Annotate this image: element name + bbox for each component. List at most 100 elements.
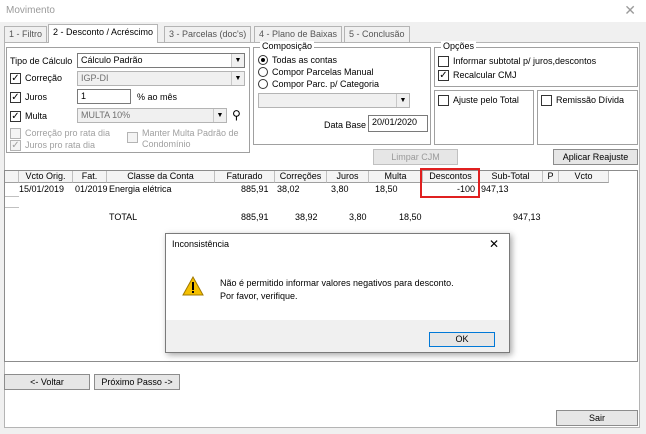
cell-faturado: 885,91 bbox=[241, 184, 269, 194]
opcoes-title: Opções bbox=[441, 41, 477, 51]
radio-compor-categoria[interactable] bbox=[258, 79, 268, 89]
chevron-down-icon[interactable]: ▼ bbox=[231, 72, 244, 85]
multa-checkbox[interactable]: ✓ bbox=[10, 111, 21, 122]
correcao-value: IGP-DI bbox=[81, 73, 109, 83]
total-label: TOTAL bbox=[109, 212, 138, 222]
correcao-label: Correção bbox=[25, 73, 63, 83]
ajuste-group: Ajuste pelo Total bbox=[434, 90, 534, 145]
ok-label: OK bbox=[455, 334, 469, 344]
warning-icon bbox=[182, 276, 204, 296]
tab-plano-baixas[interactable]: 4 - Plano de Baixas bbox=[254, 26, 343, 42]
movimento-window: Movimento ✕ 1 - Filtro 2 - Desconto / Ac… bbox=[0, 0, 646, 434]
remissao-divida-label: Remissão Dívida bbox=[556, 95, 625, 105]
cell-juros: 3,80 bbox=[331, 184, 349, 194]
data-base-input[interactable]: 20/01/2020 bbox=[368, 115, 428, 132]
composicao-group: Composição Todas as contas Compor Parcel… bbox=[253, 41, 431, 145]
dialog-title-bar: Inconsistência ✕ bbox=[166, 234, 509, 254]
dialog-title: Inconsistência bbox=[172, 239, 230, 249]
inconsistencia-dialog: Inconsistência ✕ Não é permitido informa… bbox=[165, 233, 510, 353]
total-faturado: 885,91 bbox=[241, 212, 269, 222]
juros-unit-label: % ao mês bbox=[137, 92, 178, 102]
tab-filtro[interactable]: 1 - Filtro bbox=[4, 26, 48, 42]
aplicar-reajuste-button[interactable]: Aplicar Reajuste bbox=[553, 149, 638, 165]
col-fat[interactable]: Fat. bbox=[73, 171, 107, 183]
calc-group: Tipo de Cálculo Cálculo Padrão ▼ ✓ Corre… bbox=[6, 47, 250, 153]
correcao-pro-rata-checkbox[interactable] bbox=[10, 128, 21, 139]
proximo-passo-button[interactable]: Próximo Passo -> bbox=[94, 374, 180, 390]
radio-todas-contas[interactable] bbox=[258, 55, 268, 65]
total-subtotal: 947,13 bbox=[513, 212, 541, 222]
close-icon[interactable]: ✕ bbox=[624, 2, 636, 19]
sair-button[interactable]: Sair bbox=[556, 410, 638, 426]
title-bar: Movimento ✕ bbox=[0, 0, 646, 22]
chevron-down-icon[interactable]: ▼ bbox=[213, 109, 226, 122]
cell-classe: Energia elétrica bbox=[109, 184, 172, 194]
cell-correcoes: 38,02 bbox=[277, 184, 300, 194]
voltar-button[interactable]: <- Voltar bbox=[4, 374, 90, 390]
multa-label: Multa bbox=[25, 111, 48, 121]
tipo-calculo-label: Tipo de Cálculo bbox=[10, 56, 73, 66]
recalcular-cmj-checkbox[interactable]: ✓ bbox=[438, 70, 449, 81]
col-vcto-orig[interactable]: Vcto Orig. bbox=[19, 171, 73, 183]
tipo-calculo-value: Cálculo Padrão bbox=[81, 55, 143, 65]
juros-input[interactable]: 1 bbox=[77, 89, 131, 104]
window-title: Movimento bbox=[6, 5, 55, 16]
total-correcoes: 38,92 bbox=[295, 212, 318, 222]
informar-subtotal-checkbox[interactable] bbox=[438, 56, 449, 67]
informar-subtotal-label: Informar subtotal p/ juros,descontos bbox=[453, 56, 597, 66]
row-divider bbox=[5, 196, 19, 197]
opcoes-group: Opções Informar subtotal p/ juros,descon… bbox=[434, 41, 638, 87]
total-juros: 3,80 bbox=[349, 212, 367, 222]
categoria-select[interactable]: ▼ bbox=[258, 93, 410, 108]
col-correcoes[interactable]: Correções bbox=[275, 171, 327, 183]
radio-compor-manual[interactable] bbox=[258, 67, 268, 77]
tipo-calculo-select[interactable]: Cálculo Padrão ▼ bbox=[77, 53, 245, 68]
col-p[interactable]: P bbox=[543, 171, 559, 183]
multa-select[interactable]: MULTA 10% ▼ bbox=[77, 108, 227, 123]
remissao-group: Remissão Dívida bbox=[537, 90, 638, 145]
dialog-body: Não é permitido informar valores negativ… bbox=[166, 254, 509, 320]
todas-contas-label: Todas as contas bbox=[272, 55, 338, 65]
table-row[interactable]: 15/01/2019 01/2019 Energia elétrica 885,… bbox=[5, 183, 609, 195]
composicao-title: Composição bbox=[260, 41, 315, 51]
multa-value: MULTA 10% bbox=[81, 110, 131, 120]
ajuste-total-label: Ajuste pelo Total bbox=[453, 95, 519, 105]
dialog-message-line2: Por favor, verifique. bbox=[220, 291, 298, 301]
ok-button[interactable]: OK bbox=[429, 332, 495, 347]
col-faturado[interactable]: Faturado bbox=[215, 171, 275, 183]
ajuste-total-checkbox[interactable] bbox=[438, 95, 449, 106]
cell-multa: 18,50 bbox=[375, 184, 398, 194]
chevron-down-icon[interactable]: ▼ bbox=[396, 94, 409, 107]
cell-fat: 01/2019 bbox=[75, 184, 108, 194]
total-row: TOTAL 885,91 38,92 3,80 18,50 947,13 bbox=[5, 211, 609, 223]
col-vcto[interactable]: Vcto bbox=[559, 171, 609, 183]
correcao-select[interactable]: IGP-DI ▼ bbox=[77, 71, 245, 86]
col-classe-conta[interactable]: Classe da Conta bbox=[107, 171, 215, 183]
binoculars-icon[interactable]: ⚲ bbox=[232, 108, 241, 122]
col-juros[interactable]: Juros bbox=[327, 171, 369, 183]
juros-label: Juros bbox=[25, 92, 48, 102]
grid-indicator-header bbox=[5, 171, 19, 183]
recalcular-cmj-label: Recalcular CMJ bbox=[453, 70, 517, 80]
tab-desconto-acrescimo[interactable]: 2 - Desconto / Acréscimo bbox=[48, 24, 159, 43]
data-base-label: Data Base bbox=[324, 120, 367, 130]
dialog-message-line1: Não é permitido informar valores negativ… bbox=[220, 278, 454, 288]
col-multa[interactable]: Multa bbox=[369, 171, 423, 183]
tab-parcelas[interactable]: 3 - Parcelas (doc's) bbox=[164, 26, 252, 42]
juros-checkbox[interactable]: ✓ bbox=[10, 92, 21, 103]
limpar-cjm-button[interactable]: Limpar CJM bbox=[373, 149, 458, 165]
remissao-divida-checkbox[interactable] bbox=[541, 95, 552, 106]
row-divider bbox=[5, 207, 19, 208]
juros-pro-rata-checkbox[interactable]: ✓ bbox=[10, 140, 21, 151]
tab-conclusao[interactable]: 5 - Conclusão bbox=[344, 26, 410, 42]
col-subtotal[interactable]: Sub-Total bbox=[479, 171, 543, 183]
manter-multa-label: Manter Multa Padrão de Condomínio bbox=[142, 128, 239, 149]
close-icon[interactable]: ✕ bbox=[489, 237, 499, 251]
chevron-down-icon[interactable]: ▼ bbox=[231, 54, 244, 67]
total-multa: 18,50 bbox=[399, 212, 422, 222]
correcao-checkbox[interactable]: ✓ bbox=[10, 73, 21, 84]
manter-multa-checkbox[interactable] bbox=[127, 132, 138, 143]
descontos-highlight bbox=[420, 168, 480, 198]
compor-categoria-label: Compor Parc. p/ Categoria bbox=[272, 79, 380, 89]
correcao-pro-rata-label: Correção pro rata dia bbox=[25, 128, 111, 138]
